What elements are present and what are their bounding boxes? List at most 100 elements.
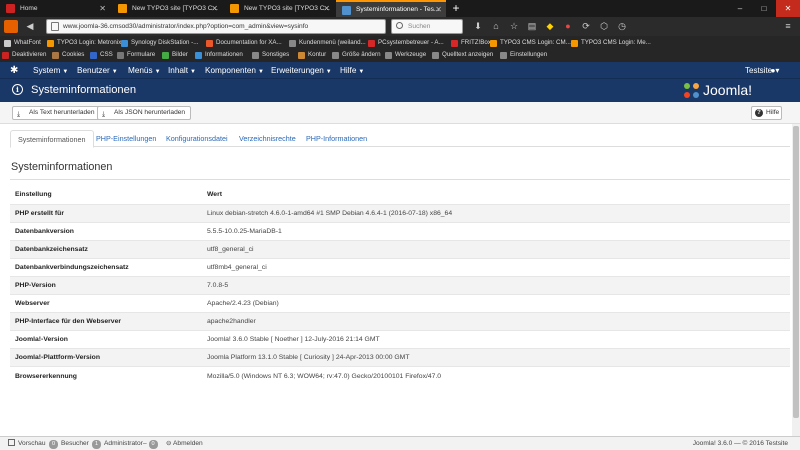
- table-row: Webserver Apache/2.4.23 (Debian): [10, 294, 790, 313]
- bookmark-typo3-cm[interactable]: TYPO3 CMS Login: CM...: [490, 37, 571, 49]
- browser-tab-sysinfo[interactable]: Systeminformationen - Tes... ✕: [336, 0, 446, 17]
- download-icon[interactable]: ⬇: [472, 20, 484, 33]
- preview-link[interactable]: Vorschau: [8, 437, 46, 450]
- webdev-css[interactable]: CSS: [90, 49, 113, 61]
- cookie-icon: [52, 52, 59, 59]
- webdev-formulare[interactable]: Formulare: [117, 49, 155, 61]
- pocket-icon[interactable]: ⬡: [598, 20, 610, 33]
- maximize-button[interactable]: □: [752, 0, 776, 17]
- misc-icon: [252, 52, 259, 59]
- bookmark-icon: [4, 40, 11, 47]
- webdev-groesse-aendern[interactable]: Größe ändern: [332, 49, 381, 61]
- browser-tab-typo3-2[interactable]: New TYPO3 site [TYPO3 C... ✕: [224, 0, 334, 17]
- browser-tab-typo3-1[interactable]: New TYPO3 site [TYPO3 C... ✕: [112, 0, 222, 17]
- tab-title: Home: [20, 5, 38, 12]
- setting-value: Joomla! 3.6.0 Stable [ Noether ] 12-July…: [202, 330, 790, 349]
- extension-icon[interactable]: ◆: [544, 20, 556, 33]
- addon-icon[interactable]: ●: [562, 20, 574, 33]
- admins-status[interactable]: 1 Administrator: [92, 437, 143, 450]
- menu-system[interactable]: System ▼: [33, 62, 68, 79]
- table-row: Joomla!-Version Joomla! 3.6.0 Stable [ No…: [10, 330, 790, 349]
- close-tab-icon[interactable]: ✕: [323, 0, 330, 17]
- webdev-bilder[interactable]: Bilder: [162, 49, 188, 61]
- tab-verzeichnisrechte[interactable]: Verzeichnisrechte: [232, 130, 303, 147]
- webdev-sonstiges[interactable]: Sonstiges: [252, 49, 289, 61]
- tab-systeminformationen[interactable]: Systeminformationen: [10, 130, 94, 148]
- bookmark-label: Kundenmenü (weiland...: [299, 39, 366, 46]
- webdev-werkzeuge[interactable]: Werkzeuge: [385, 49, 426, 61]
- close-tab-icon[interactable]: ✕: [211, 0, 218, 17]
- menu-label: Hilfe: [340, 66, 357, 75]
- webdev-label: Kontur: [308, 51, 327, 58]
- bookmark-typo3-me[interactable]: TYPO3 CMS Login: Me...: [571, 37, 651, 49]
- close-tab-icon[interactable]: ✕: [99, 0, 106, 17]
- menu-hilfe[interactable]: Hilfe ▼: [340, 62, 364, 79]
- webdev-quelltext[interactable]: Quelltext anzeigen: [432, 49, 493, 61]
- joomla-logo-icon[interactable]: ✱: [10, 65, 22, 76]
- bookmark-typo3-metronix[interactable]: TYPO3 Login: Metronix...: [47, 37, 126, 49]
- back-icon[interactable]: ◀: [24, 20, 36, 33]
- tab-php-einstellungen[interactable]: PHP-Einstellungen: [89, 130, 163, 147]
- messages-status[interactable]: – 0: [143, 437, 161, 450]
- bookmark-whatfont[interactable]: WhatFont: [4, 37, 41, 49]
- scrollbar-thumb[interactable]: [793, 126, 799, 418]
- status-bar: Vorschau 0 Besucher 1 Administrator – 0 ⊖ …: [0, 436, 800, 450]
- menu-erweiterungen[interactable]: Erweiterungen ▼: [271, 62, 332, 79]
- setting-value: 7.0.8-5: [202, 275, 790, 295]
- history-icon[interactable]: ◷: [616, 20, 628, 33]
- user-menu-caret: ▾: [775, 66, 780, 75]
- download-icon: ⤓: [17, 111, 21, 118]
- bookmark-synology[interactable]: Synology DiskStation -...: [121, 37, 198, 49]
- webdev-cookies[interactable]: Cookies: [52, 49, 84, 61]
- webdev-label: Sonstiges: [262, 51, 290, 58]
- bookmark-pcsystembetreuer[interactable]: PCsystembetreuer - A...: [368, 37, 444, 49]
- resize-icon: [332, 52, 339, 59]
- sync-icon[interactable]: ⟳: [580, 20, 592, 33]
- webdev-deaktivieren[interactable]: Deaktivieren: [2, 49, 46, 61]
- new-tab-button[interactable]: +: [448, 0, 464, 17]
- download-text-button[interactable]: ⤓ Als Text herunterladen: [12, 106, 101, 120]
- help-button[interactable]: ? Hilfe: [751, 106, 782, 120]
- table-row: Joomla!-Plattform-Version Joomla Platform…: [10, 348, 790, 367]
- table-row: PHP-Interface für den Webserver apache2ha…: [10, 312, 790, 331]
- menu-benutzer[interactable]: Benutzer ▼: [77, 62, 118, 79]
- tab-php-informationen[interactable]: PHP-Informationen: [299, 130, 374, 147]
- webdev-einstellungen[interactable]: Einstellungen: [500, 49, 547, 61]
- close-window-button[interactable]: ✕: [776, 0, 800, 17]
- url-bar[interactable]: www.joomla-36.cmsod30/administrator/inde…: [46, 19, 386, 34]
- url-text: www.joomla-36.cmsod30/administrator/inde…: [63, 23, 309, 30]
- page-scrollbar[interactable]: [792, 124, 800, 436]
- minimize-button[interactable]: –: [728, 0, 752, 17]
- menu-komponenten[interactable]: Komponenten ▼: [205, 62, 264, 79]
- toolbar: ⤓ Als Text herunterladen ⤓ Als JSON heru…: [0, 102, 800, 124]
- close-tab-icon[interactable]: ✕: [435, 2, 442, 17]
- user-menu-button[interactable]: ●▾: [764, 62, 786, 79]
- firefox-menu-icon[interactable]: [4, 20, 18, 33]
- download-json-button[interactable]: ⤓ Als JSON herunterladen: [97, 106, 192, 120]
- bookmark-kundenmenue[interactable]: Kundenmenü (weiland...: [289, 37, 366, 49]
- tab-konfigurationsdatei[interactable]: Konfigurationsdatei: [159, 130, 235, 147]
- webdev-label: Informationen: [205, 51, 243, 58]
- logout-link[interactable]: ⊖ Abmelden: [166, 437, 203, 450]
- caret-down-icon: ▼: [62, 69, 69, 75]
- bookmarks-list-icon[interactable]: ▤: [526, 20, 538, 33]
- site-info-icon[interactable]: [51, 22, 59, 31]
- hamburger-menu-icon[interactable]: ≡: [782, 20, 794, 33]
- setting-name: Datenbankverbindungszeichensatz: [10, 257, 202, 277]
- css-icon: [90, 52, 97, 59]
- count-badge: 0: [148, 440, 158, 449]
- webdev-informationen[interactable]: Informationen: [195, 49, 243, 61]
- webdev-label: Werkzeuge: [395, 51, 427, 58]
- count-badge: 0: [49, 440, 58, 449]
- menu-menues[interactable]: Menüs ▼: [128, 62, 161, 79]
- webdev-kontur[interactable]: Kontur: [298, 49, 326, 61]
- search-input[interactable]: Suchen: [391, 19, 463, 34]
- joomla-favicon-icon: [342, 6, 351, 15]
- menu-inhalt[interactable]: Inhalt ▼: [168, 62, 196, 79]
- bookmark-star-icon[interactable]: ☆: [508, 20, 520, 33]
- bookmark-fritzbox[interactable]: FRITZ!Box: [451, 37, 491, 49]
- home-icon[interactable]: ⌂: [490, 20, 502, 33]
- bookmark-xampp-docs[interactable]: Documentation for XA...: [206, 37, 282, 49]
- visitors-status[interactable]: 0 Besucher: [49, 437, 89, 450]
- browser-tab-home[interactable]: Home ✕: [0, 0, 110, 17]
